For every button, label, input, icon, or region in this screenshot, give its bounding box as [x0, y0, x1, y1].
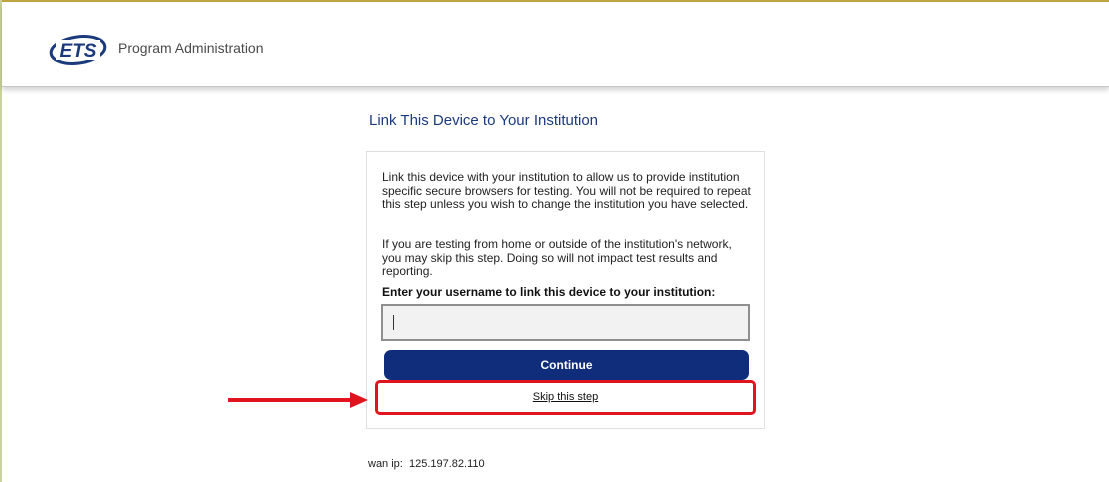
- wan-ip-line: wan ip: 125.197.82.110: [368, 458, 485, 470]
- wan-ip-value: 125.197.82.110: [408, 458, 485, 470]
- skip-step-link[interactable]: Skip this step: [380, 385, 751, 410]
- continue-button[interactable]: Continue: [384, 350, 749, 380]
- skip-info-paragraph: If you are testing from home or outside …: [382, 237, 732, 278]
- text-cursor: [393, 315, 394, 330]
- intro-paragraph: Link this device with your institution t…: [382, 170, 751, 211]
- ets-logo: ETS: [49, 35, 107, 65]
- username-input[interactable]: [381, 304, 750, 341]
- username-label: Enter your username to link this device …: [382, 285, 716, 299]
- logo-text: ETS: [60, 41, 97, 62]
- app-title: Program Administration: [118, 40, 264, 56]
- page-title: Link This Device to Your Institution: [369, 112, 599, 129]
- wan-ip-label: wan ip:: [368, 458, 403, 470]
- arrow-right-icon: [228, 392, 368, 408]
- header-bar: ETS Program Administration: [2, 2, 1109, 87]
